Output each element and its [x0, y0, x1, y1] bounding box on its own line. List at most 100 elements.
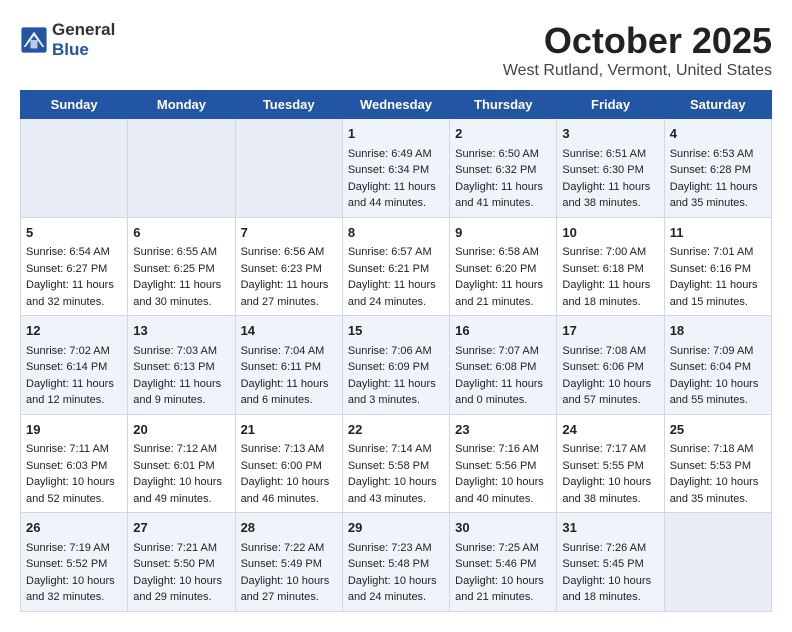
- day-number: 20: [133, 420, 229, 440]
- calendar-cell: 1Sunrise: 6:49 AMSunset: 6:34 PMDaylight…: [342, 119, 449, 218]
- week-row-1: 1Sunrise: 6:49 AMSunset: 6:34 PMDaylight…: [21, 119, 772, 218]
- cell-content: Sunrise: 7:19 AM: [26, 540, 122, 557]
- cell-content: Daylight: 10 hours and 24 minutes.: [348, 573, 444, 606]
- cell-content: Sunrise: 7:21 AM: [133, 540, 229, 557]
- cell-content: Sunset: 6:28 PM: [670, 162, 766, 179]
- cell-content: Sunset: 6:20 PM: [455, 261, 551, 278]
- cell-content: Daylight: 11 hours and 18 minutes.: [562, 277, 658, 310]
- cell-content: Sunset: 6:21 PM: [348, 261, 444, 278]
- day-number: 15: [348, 321, 444, 341]
- cell-content: Daylight: 10 hours and 38 minutes.: [562, 474, 658, 507]
- cell-content: Daylight: 10 hours and 32 minutes.: [26, 573, 122, 606]
- week-row-2: 5Sunrise: 6:54 AMSunset: 6:27 PMDaylight…: [21, 217, 772, 316]
- calendar-cell: 18Sunrise: 7:09 AMSunset: 6:04 PMDayligh…: [664, 316, 771, 415]
- cell-content: Sunrise: 7:22 AM: [241, 540, 337, 557]
- calendar-cell: 22Sunrise: 7:14 AMSunset: 5:58 PMDayligh…: [342, 414, 449, 513]
- cell-content: Sunrise: 7:26 AM: [562, 540, 658, 557]
- cell-content: Daylight: 11 hours and 44 minutes.: [348, 179, 444, 212]
- cell-content: Daylight: 11 hours and 30 minutes.: [133, 277, 229, 310]
- cell-content: Daylight: 11 hours and 27 minutes.: [241, 277, 337, 310]
- calendar-cell: 24Sunrise: 7:17 AMSunset: 5:55 PMDayligh…: [557, 414, 664, 513]
- cell-content: Sunrise: 7:25 AM: [455, 540, 551, 557]
- day-number: 5: [26, 223, 122, 243]
- calendar-cell: 27Sunrise: 7:21 AMSunset: 5:50 PMDayligh…: [128, 513, 235, 612]
- calendar-cell: 14 Sunrise: 7:04 AMSunset: 6:11 PMDayligh…: [235, 316, 342, 415]
- calendar-cell: 20Sunrise: 7:12 AMSunset: 6:01 PMDayligh…: [128, 414, 235, 513]
- calendar-cell: 23Sunrise: 7:16 AMSunset: 5:56 PMDayligh…: [450, 414, 557, 513]
- day-number: 19: [26, 420, 122, 440]
- day-number: 10: [562, 223, 658, 243]
- cell-content: Sunset: 5:50 PM: [133, 556, 229, 573]
- week-row-4: 19Sunrise: 7:11 AMSunset: 6:03 PMDayligh…: [21, 414, 772, 513]
- calendar-cell: 12Sunrise: 7:02 AMSunset: 6:14 PMDayligh…: [21, 316, 128, 415]
- cell-content: Sunrise: 7:09 AM: [670, 343, 766, 360]
- cell-content: Sunset: 6:16 PM: [670, 261, 766, 278]
- cell-content: Daylight: 10 hours and 27 minutes.: [241, 573, 337, 606]
- calendar-cell: 4Sunrise: 6:53 AMSunset: 6:28 PMDaylight…: [664, 119, 771, 218]
- calendar-cell: 10Sunrise: 7:00 AMSunset: 6:18 PMDayligh…: [557, 217, 664, 316]
- cell-content: Daylight: 11 hours and 24 minutes.: [348, 277, 444, 310]
- cell-content: Sunset: 6:13 PM: [133, 359, 229, 376]
- calendar-cell: [21, 119, 128, 218]
- column-header-thursday: Thursday: [450, 91, 557, 119]
- cell-content: Daylight: 11 hours and 12 minutes.: [26, 376, 122, 409]
- calendar-cell: 8Sunrise: 6:57 AMSunset: 6:21 PMDaylight…: [342, 217, 449, 316]
- day-number: 18: [670, 321, 766, 341]
- calendar-cell: 6Sunrise: 6:55 AMSunset: 6:25 PMDaylight…: [128, 217, 235, 316]
- column-header-saturday: Saturday: [664, 91, 771, 119]
- cell-content: Sunrise: 6:51 AM: [562, 146, 658, 163]
- cell-content: Sunrise: 7:07 AM: [455, 343, 551, 360]
- logo-name: General Blue: [52, 20, 115, 60]
- logo: General Blue: [20, 20, 115, 60]
- day-number: 21: [241, 420, 337, 440]
- cell-content: Sunrise: 6:53 AM: [670, 146, 766, 163]
- cell-content: Daylight: 11 hours and 41 minutes.: [455, 179, 551, 212]
- page-header: General Blue October 2025 West Rutland, …: [20, 20, 772, 80]
- calendar-cell: 5Sunrise: 6:54 AMSunset: 6:27 PMDaylight…: [21, 217, 128, 316]
- calendar-cell: 16Sunrise: 7:07 AMSunset: 6:08 PMDayligh…: [450, 316, 557, 415]
- cell-content: Daylight: 10 hours and 43 minutes.: [348, 474, 444, 507]
- day-number: 6: [133, 223, 229, 243]
- cell-content: Daylight: 11 hours and 6 minutes.: [241, 376, 337, 409]
- calendar-table: SundayMondayTuesdayWednesdayThursdayFrid…: [20, 90, 772, 612]
- cell-content: Sunset: 6:14 PM: [26, 359, 122, 376]
- week-row-3: 12Sunrise: 7:02 AMSunset: 6:14 PMDayligh…: [21, 316, 772, 415]
- cell-content: Sunrise: 7:04 AM: [241, 343, 337, 360]
- day-number: 1: [348, 124, 444, 144]
- day-number: 14: [241, 321, 337, 341]
- cell-content: Sunset: 6:11 PM: [241, 359, 337, 376]
- cell-content: Sunrise: 6:57 AM: [348, 244, 444, 261]
- cell-content: Sunset: 5:49 PM: [241, 556, 337, 573]
- cell-content: Sunset: 5:53 PM: [670, 458, 766, 475]
- cell-content: Sunset: 6:25 PM: [133, 261, 229, 278]
- cell-content: Daylight: 10 hours and 57 minutes.: [562, 376, 658, 409]
- column-header-tuesday: Tuesday: [235, 91, 342, 119]
- day-number: 25: [670, 420, 766, 440]
- calendar-cell: 25Sunrise: 7:18 AMSunset: 5:53 PMDayligh…: [664, 414, 771, 513]
- calendar-cell: [128, 119, 235, 218]
- cell-content: Daylight: 10 hours and 40 minutes.: [455, 474, 551, 507]
- day-number: 3: [562, 124, 658, 144]
- cell-content: Daylight: 11 hours and 3 minutes.: [348, 376, 444, 409]
- cell-content: Sunrise: 6:54 AM: [26, 244, 122, 261]
- cell-content: Sunset: 6:18 PM: [562, 261, 658, 278]
- calendar-cell: 28Sunrise: 7:22 AMSunset: 5:49 PMDayligh…: [235, 513, 342, 612]
- cell-content: Daylight: 10 hours and 49 minutes.: [133, 474, 229, 507]
- cell-content: Daylight: 11 hours and 0 minutes.: [455, 376, 551, 409]
- cell-content: Sunset: 6:01 PM: [133, 458, 229, 475]
- cell-content: Sunset: 6:34 PM: [348, 162, 444, 179]
- cell-content: Daylight: 10 hours and 35 minutes.: [670, 474, 766, 507]
- cell-content: Sunrise: 7:23 AM: [348, 540, 444, 557]
- cell-content: Sunset: 6:06 PM: [562, 359, 658, 376]
- day-number: 4: [670, 124, 766, 144]
- day-number: 9: [455, 223, 551, 243]
- cell-content: Daylight: 10 hours and 21 minutes.: [455, 573, 551, 606]
- cell-content: Daylight: 10 hours and 18 minutes.: [562, 573, 658, 606]
- cell-content: Sunset: 6:08 PM: [455, 359, 551, 376]
- cell-content: Daylight: 10 hours and 55 minutes.: [670, 376, 766, 409]
- cell-content: Sunrise: 7:16 AM: [455, 441, 551, 458]
- cell-content: Sunrise: 7:14 AM: [348, 441, 444, 458]
- day-number: 12: [26, 321, 122, 341]
- cell-content: Daylight: 11 hours and 9 minutes.: [133, 376, 229, 409]
- column-header-sunday: Sunday: [21, 91, 128, 119]
